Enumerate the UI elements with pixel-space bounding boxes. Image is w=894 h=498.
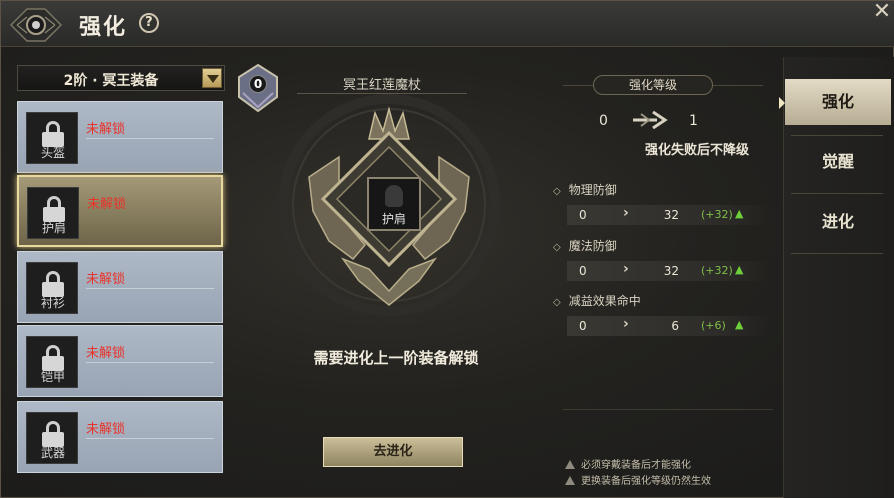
arrow-up-icon: ▲ — [735, 318, 744, 331]
enhance-window: 强化 ? ✕ 2阶 · 冥王装备 头盔 未解锁 护肩 未解锁 衬衫 未解锁 铠甲… — [0, 0, 894, 498]
stat-to: 32 — [663, 264, 679, 278]
stat-row: 0 › 32 (+32) ▲ — [567, 205, 771, 225]
divider — [563, 409, 773, 410]
stat-to: 6 — [671, 319, 679, 333]
selected-slot-name: 护肩 — [381, 212, 406, 226]
arrow-up-icon: ▲ — [735, 263, 744, 276]
tab-enhance[interactable]: 强化 — [785, 79, 891, 125]
title-bar: 强化 ? ✕ — [1, 1, 894, 47]
go-evolve-button[interactable]: 去进化 — [323, 437, 463, 467]
stat-title: ◇ 物理防御 — [553, 183, 617, 197]
slot-icon: 铠甲 — [26, 336, 78, 388]
tier-dropdown-value: 2阶 · 冥王装备 — [63, 73, 159, 89]
slot-shoulder[interactable]: 护肩 未解锁 — [17, 175, 223, 247]
stat-from: 0 — [579, 208, 587, 222]
slot-name: 衬衫 — [40, 296, 65, 310]
chevron-down-icon[interactable] — [202, 68, 222, 88]
arrow-up-icon: ▲ — [735, 207, 744, 220]
arrow-right-icon — [633, 110, 668, 130]
divider — [791, 193, 883, 194]
slot-helmet[interactable]: 头盔 未解锁 — [17, 101, 223, 173]
diamond-icon: ◇ — [553, 297, 561, 308]
stat-row: 0 › 32 (+32) ▲ — [567, 261, 771, 281]
chevron-right-icon: › — [623, 261, 629, 277]
selected-equipment-slot: 护肩 — [367, 177, 421, 231]
slot-status: 未解锁 — [86, 422, 126, 437]
slot-armor[interactable]: 铠甲 未解锁 — [17, 325, 223, 397]
slot-name: 护肩 — [41, 221, 66, 235]
divider — [86, 288, 214, 289]
page-title: 强化 — [79, 15, 128, 40]
help-button[interactable]: ? — [134, 8, 164, 38]
diamond-icon: ◇ — [553, 186, 561, 197]
no-downgrade-note: 强化失败后不降级 — [645, 143, 750, 158]
shoulder-icon — [385, 185, 403, 207]
enhance-level-header: 强化等级 — [593, 75, 713, 95]
unlock-message: 需要进化上一阶装备解锁 — [313, 349, 479, 367]
level-to: 1 — [689, 113, 698, 129]
chevron-right-icon: › — [623, 205, 629, 221]
slot-status: 未解锁 — [87, 197, 127, 212]
stat-delta: (+32) — [701, 264, 733, 277]
divider — [86, 362, 214, 363]
chevron-right-icon: › — [623, 316, 629, 332]
slot-name: 铠甲 — [40, 370, 65, 384]
slot-status: 未解锁 — [86, 122, 126, 137]
stat-to: 32 — [663, 208, 679, 222]
stat-delta: (+6) — [701, 319, 726, 332]
stat-title: ◇ 魔法防御 — [553, 239, 617, 253]
warning-icon — [565, 476, 575, 485]
slot-icon: 头盔 — [26, 112, 78, 164]
slot-name: 武器 — [40, 446, 65, 460]
slot-weapon[interactable]: 武器 未解锁 — [17, 401, 223, 473]
divider — [86, 138, 214, 139]
stat-from: 0 — [579, 319, 587, 333]
help-icon: ? — [145, 14, 153, 30]
stat-delta: (+32) — [701, 208, 733, 221]
footnote: 必须穿戴装备后才能强化 — [565, 456, 691, 471]
tab-awaken[interactable]: 觉醒 — [785, 139, 891, 185]
stat-row: 0 › 6 (+6) ▲ — [567, 316, 771, 336]
tier-dropdown[interactable]: 2阶 · 冥王装备 — [17, 65, 225, 91]
divider — [86, 438, 214, 439]
slot-name: 头盔 — [40, 146, 65, 160]
slot-icon: 护肩 — [27, 187, 79, 239]
stat-from: 0 — [579, 264, 587, 278]
tab-evolve[interactable]: 进化 — [785, 199, 891, 245]
divider — [791, 253, 883, 254]
close-button[interactable]: ✕ — [869, 1, 894, 25]
stat-title: ◇ 减益效果命中 — [553, 294, 641, 308]
slot-icon: 衬衫 — [26, 262, 78, 314]
emblem-icon — [9, 8, 63, 42]
slot-icon: 武器 — [26, 412, 78, 464]
badge-level: 0 — [249, 75, 267, 93]
level-from: 0 — [599, 113, 608, 129]
diamond-icon: ◇ — [553, 242, 561, 253]
warning-icon — [565, 460, 575, 469]
footnote: 更换装备后强化等级仍然生效 — [565, 472, 711, 487]
slot-status: 未解锁 — [86, 272, 126, 287]
slot-status: 未解锁 — [86, 346, 126, 361]
divider — [791, 135, 883, 136]
slot-shirt[interactable]: 衬衫 未解锁 — [17, 251, 223, 323]
